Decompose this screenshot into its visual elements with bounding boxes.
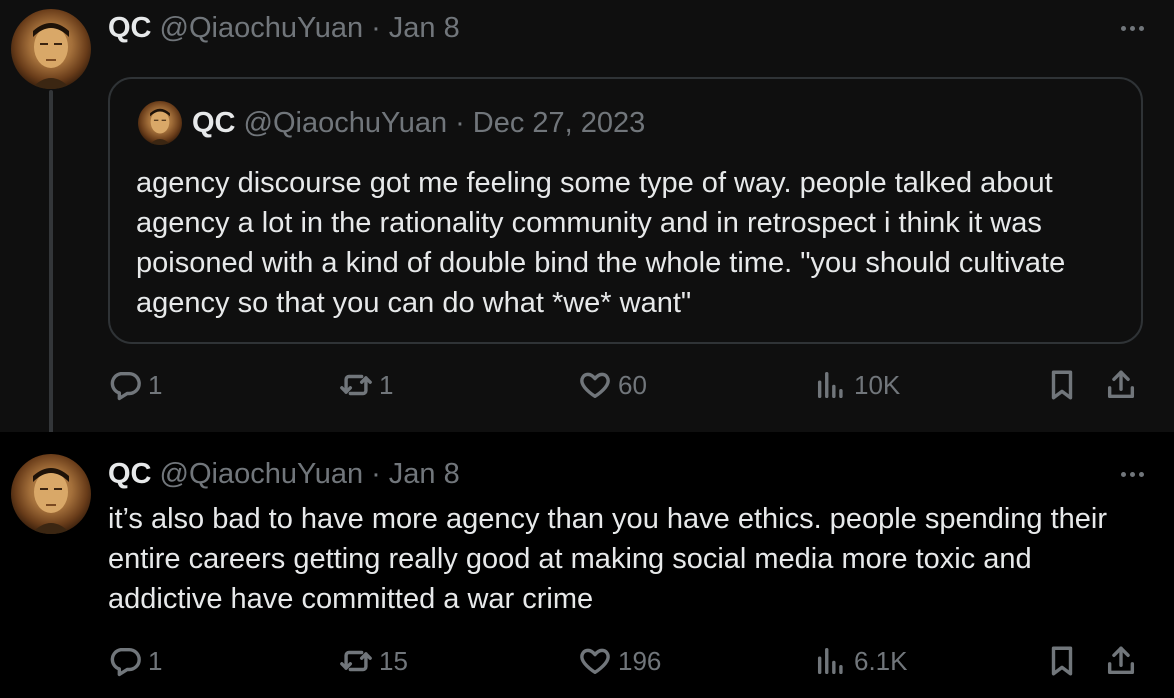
share-button[interactable] [1104, 368, 1138, 402]
like-button[interactable]: 196 [578, 644, 661, 678]
user-handle[interactable]: @QiaochuYuan [160, 458, 364, 491]
reply-icon [110, 371, 141, 401]
separator-dot: · [455, 107, 465, 139]
like-count: 60 [618, 369, 647, 400]
views-button[interactable]: 10K [814, 368, 900, 402]
quote-date: Dec 27, 2023 [472, 107, 646, 139]
quote-text: agency discourse got me feeling some typ… [136, 167, 1066, 319]
repost-icon [340, 650, 372, 672]
heart-icon [580, 372, 610, 399]
reply-icon [110, 647, 141, 677]
tweet-actions: 1 1 60 10K [108, 368, 1148, 408]
bookmark-button[interactable] [1045, 368, 1079, 402]
tweet-date[interactable]: Jan 8 [389, 12, 460, 45]
share-icon [1107, 370, 1135, 399]
quote-header: QC @QiaochuYuan · Dec 27, 2023 [192, 107, 645, 140]
more-options-icon[interactable] [1112, 8, 1152, 48]
reply-button[interactable]: 1 [108, 644, 162, 678]
bookmark-icon [1051, 370, 1073, 400]
tweet-actions: 1 15 196 6.1K [108, 644, 1148, 684]
like-button[interactable]: 60 [578, 368, 647, 402]
heart-icon [580, 648, 610, 675]
bookmark-button[interactable] [1045, 644, 1079, 678]
avatar[interactable] [11, 454, 91, 534]
avatar-face-image [31, 23, 71, 89]
repost-count: 15 [379, 645, 408, 676]
reply-button[interactable]: 1 [108, 368, 162, 402]
repost-icon [340, 374, 372, 396]
like-count: 196 [618, 645, 662, 676]
separator-dot: · [371, 12, 381, 44]
views-button[interactable]: 6.1K [814, 644, 908, 678]
share-icon [1107, 646, 1135, 675]
view-count: 6.1K [854, 645, 908, 676]
quote-avatar [138, 101, 182, 145]
repost-count: 1 [379, 369, 394, 400]
avatar[interactable] [11, 9, 91, 89]
repost-button[interactable]: 1 [339, 368, 393, 402]
quote-user-handle: @QiaochuYuan [243, 107, 448, 139]
display-name[interactable]: QC [108, 12, 152, 45]
separator-dot: · [371, 458, 381, 490]
view-count: 10K [854, 369, 901, 400]
avatar-face-image [31, 468, 71, 534]
reply-count: 1 [148, 369, 163, 400]
tweet-date[interactable]: Jan 8 [389, 458, 460, 491]
tweet-1[interactable]: QC @QiaochuYuan · Jan 8 QC @QiaochuYuan … [0, 0, 1174, 432]
tweet-2[interactable]: QC @QiaochuYuan · Jan 8 it’s also bad to… [0, 432, 1174, 698]
views-chart-icon [817, 647, 843, 675]
repost-button[interactable]: 15 [339, 644, 408, 678]
bookmark-icon [1051, 646, 1073, 676]
avatar-face-image [149, 108, 171, 145]
tweet-text: it’s also bad to have more agency than y… [108, 503, 1108, 615]
user-handle[interactable]: @QiaochuYuan [160, 12, 364, 45]
reply-count: 1 [148, 645, 163, 676]
tweet-header: QC @QiaochuYuan · Jan 8 [108, 458, 460, 491]
share-button[interactable] [1104, 644, 1138, 678]
more-options-icon[interactable] [1112, 454, 1152, 494]
views-chart-icon [817, 371, 843, 399]
quoted-tweet[interactable]: QC @QiaochuYuan · Dec 27, 2023 agency di… [108, 77, 1143, 344]
display-name[interactable]: QC [108, 458, 152, 491]
quote-display-name: QC [192, 107, 236, 139]
tweet-header: QC @QiaochuYuan · Jan 8 [108, 12, 460, 45]
thread-connector-line [49, 90, 53, 450]
